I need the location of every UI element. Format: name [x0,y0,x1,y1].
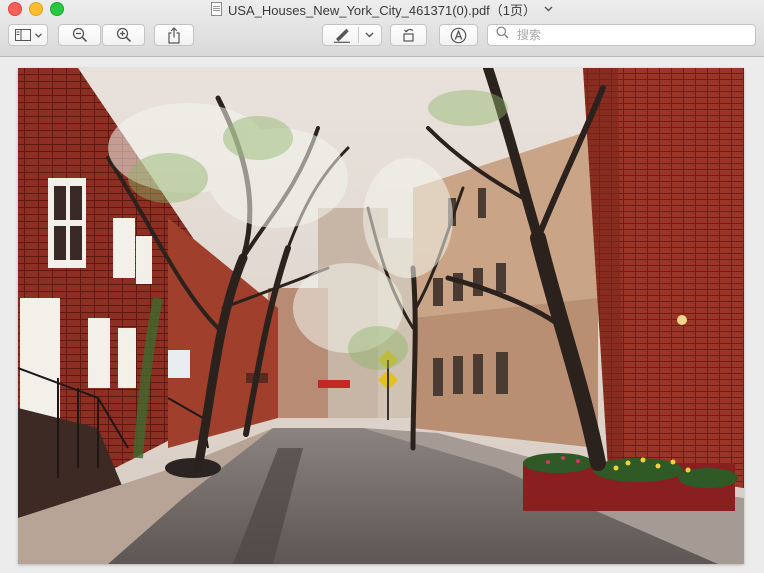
window-toolbar: USA_Houses_New_York_City_461371(0).pdf（1… [0,0,764,57]
pdf-page[interactable] [18,68,744,564]
zoom-in-button[interactable] [102,24,145,46]
chevron-down-icon [34,32,42,38]
chevron-down-icon[interactable] [544,4,553,15]
window-title-bar[interactable]: USA_Houses_New_York_City_461371(0).pdf（1… [0,0,764,18]
annotate-button[interactable] [439,24,478,46]
document-viewport[interactable] [0,57,764,573]
search-input[interactable] [515,27,739,43]
street-photo [18,68,744,564]
chevron-down-icon[interactable] [365,32,374,38]
zoom-in-icon [116,27,132,43]
pen-markup-icon [333,27,351,43]
window-title: USA_Houses_New_York_City_461371(0).pdf（1… [227,2,537,18]
sidebar-icon [14,29,31,41]
markup-toolbar-button[interactable] [322,24,382,46]
zoom-out-button[interactable] [58,24,101,46]
sidebar-toggle-button[interactable] [8,24,48,46]
search-icon [496,26,509,44]
segment-divider [358,27,359,43]
share-icon [167,26,181,44]
rotate-button[interactable] [390,24,427,46]
share-button[interactable] [154,24,194,46]
zoom-out-icon [72,27,88,43]
preview-window: USA_Houses_New_York_City_461371(0).pdf（1… [0,0,764,573]
pdf-document-icon [210,2,222,16]
search-field[interactable] [487,24,756,46]
annotate-circle-a-icon [450,27,467,44]
rotate-icon [401,27,417,43]
